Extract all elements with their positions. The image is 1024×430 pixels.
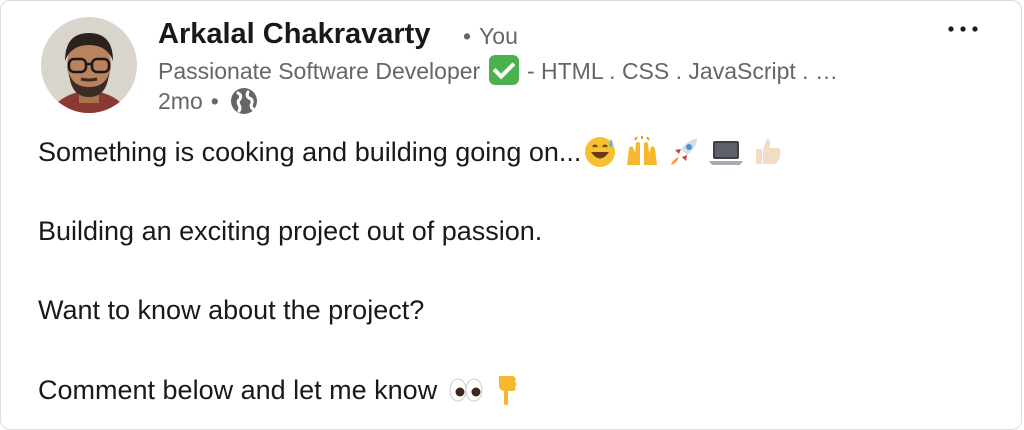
headline-text-start: Passionate Software Developer bbox=[158, 58, 481, 84]
author-headline: Passionate Software Developer - HTML . C… bbox=[158, 55, 898, 86]
emoji-group bbox=[583, 135, 791, 169]
author-name[interactable]: Arkalal Chakravarty bbox=[158, 16, 430, 52]
emoji-group bbox=[447, 372, 527, 408]
check-mark-icon bbox=[488, 55, 519, 85]
raising-hands-emoji-icon bbox=[627, 136, 658, 165]
rocket-emoji-icon bbox=[671, 139, 698, 165]
relation-badge: • You bbox=[463, 21, 518, 51]
sweat-smile-emoji-icon bbox=[585, 137, 616, 167]
post-timestamp[interactable]: 2mo bbox=[158, 86, 203, 116]
post-line-4: Comment below and let me know bbox=[38, 375, 438, 405]
post-text-line: Something is cooking and building going … bbox=[38, 135, 791, 169]
post-line-2: Building an exciting project out of pass… bbox=[38, 216, 543, 246]
eyes-emoji-icon bbox=[449, 378, 483, 402]
globe-icon bbox=[229, 86, 259, 116]
ellipsis-icon bbox=[948, 26, 978, 32]
headline-text-end: - HTML . CSS . JavaScript . … bbox=[526, 58, 838, 84]
separator-dot: • bbox=[210, 88, 219, 114]
post-line-1: Something is cooking and building going … bbox=[38, 137, 582, 167]
post-line-3: Want to know about the project? bbox=[38, 295, 425, 325]
avatar[interactable] bbox=[41, 17, 137, 113]
pointing-down-emoji-icon bbox=[498, 376, 517, 406]
more-options-button[interactable] bbox=[939, 11, 989, 47]
laptop-emoji-icon bbox=[709, 141, 744, 165]
post-card: Arkalal Chakravarty • You Passionate Soft… bbox=[0, 0, 1022, 430]
separator-dot: • bbox=[463, 23, 472, 49]
relation-label: You bbox=[479, 23, 518, 49]
post-meta: 2mo • bbox=[158, 86, 259, 116]
thumbs-up-emoji-icon bbox=[756, 139, 782, 164]
post-text-line: Comment below and let me know bbox=[38, 372, 527, 408]
